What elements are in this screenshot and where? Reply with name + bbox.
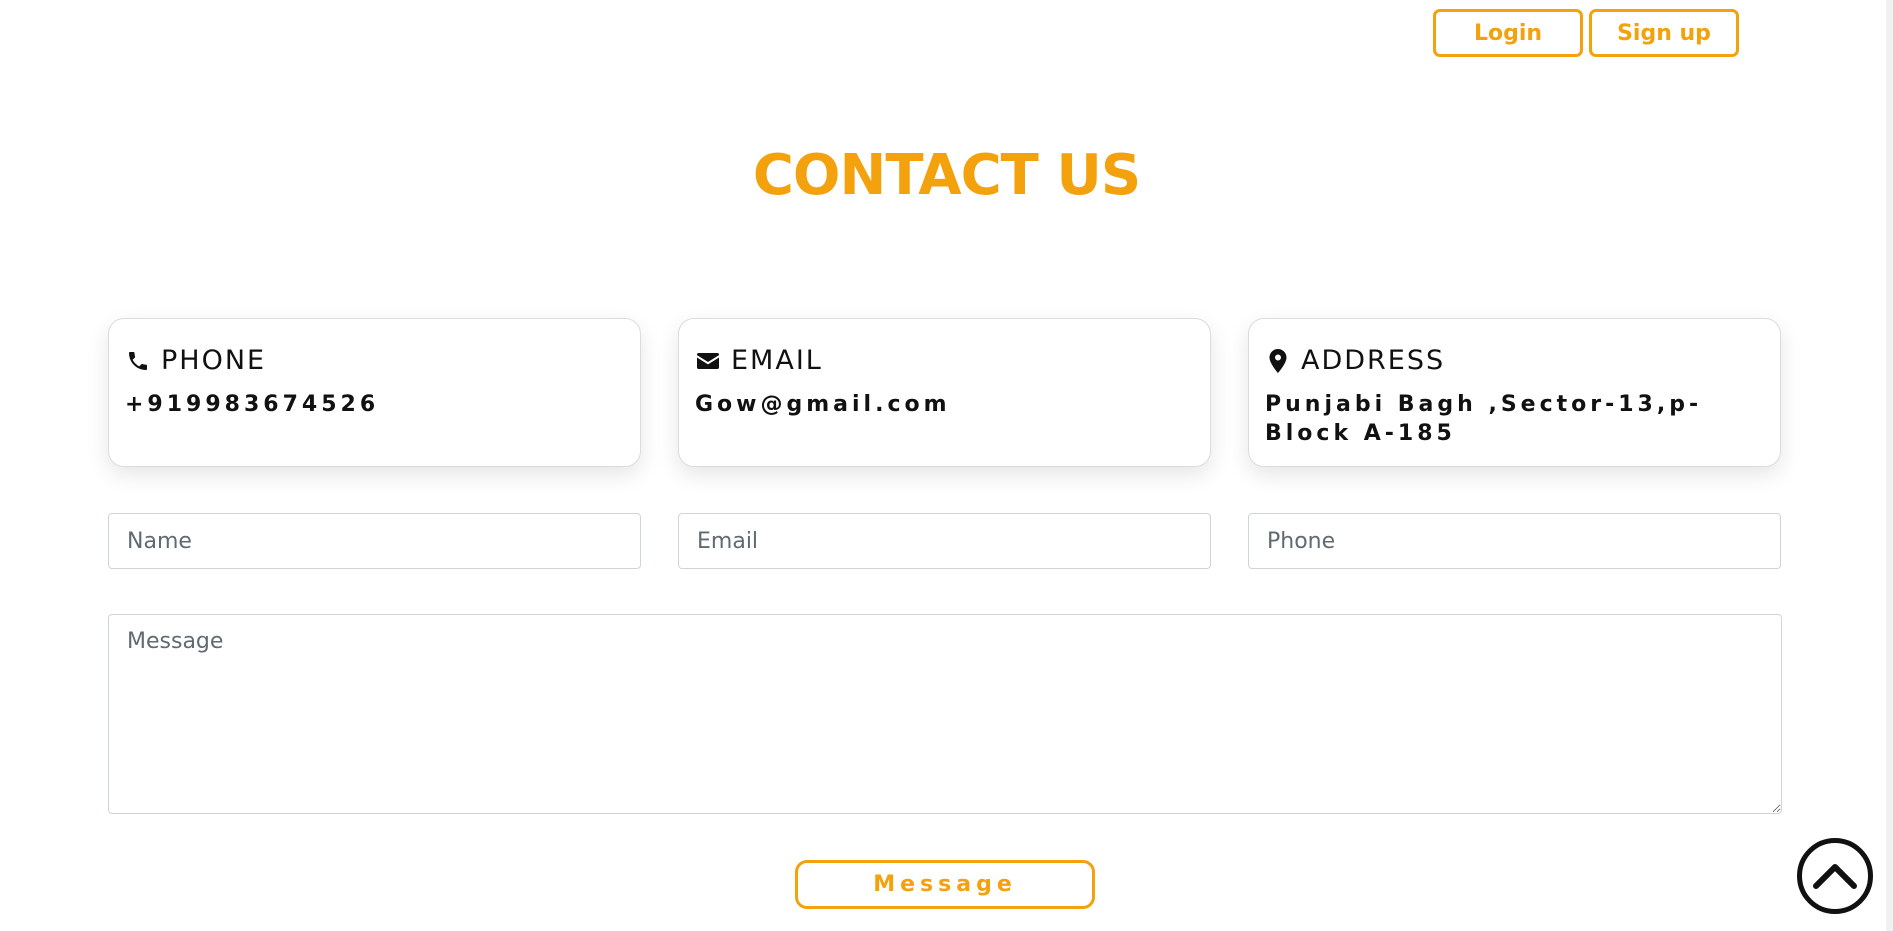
phone-card-value: +919983674526 — [125, 392, 380, 417]
message-textarea[interactable] — [108, 614, 1782, 814]
phone-card-label: PHONE — [161, 345, 267, 376]
address-card-value: Punjabi Bagh ,Sector-13,p-Block A-185 — [1265, 392, 1703, 446]
auth-buttons: Login Sign up — [1433, 9, 1739, 57]
phone-input[interactable] — [1248, 513, 1781, 569]
email-input[interactable] — [678, 513, 1211, 569]
envelope-icon — [695, 348, 721, 374]
address-card-label: ADDRESS — [1301, 345, 1446, 376]
contact-form-inputs — [108, 513, 1781, 569]
email-card: EMAIL Gow@gmail.com — [678, 318, 1211, 467]
email-card-header: EMAIL — [695, 345, 1194, 376]
chevron-up-icon — [1813, 864, 1857, 889]
scroll-to-top-button[interactable] — [1797, 838, 1873, 914]
login-button[interactable]: Login — [1433, 9, 1583, 57]
submit-message-button[interactable]: Message — [795, 860, 1095, 909]
page-title: CONTACT US — [752, 143, 1141, 208]
signup-button[interactable]: Sign up — [1589, 9, 1739, 57]
address-card: ADDRESS Punjabi Bagh ,Sector-13,p-Block … — [1248, 318, 1781, 467]
email-card-value: Gow@gmail.com — [695, 392, 951, 417]
email-card-label: EMAIL — [731, 345, 823, 376]
page-scrollbar[interactable] — [1886, 0, 1893, 931]
contact-info-cards: PHONE +919983674526 EMAIL Gow@gmail.com — [108, 318, 1781, 467]
name-input[interactable] — [108, 513, 641, 569]
address-card-header: ADDRESS — [1265, 345, 1764, 376]
phone-card: PHONE +919983674526 — [108, 318, 641, 467]
phone-icon — [125, 348, 151, 374]
phone-card-header: PHONE — [125, 345, 624, 376]
map-pin-icon — [1265, 348, 1291, 374]
contact-page: Login Sign up CONTACT US PHONE +91998367… — [0, 0, 1893, 931]
